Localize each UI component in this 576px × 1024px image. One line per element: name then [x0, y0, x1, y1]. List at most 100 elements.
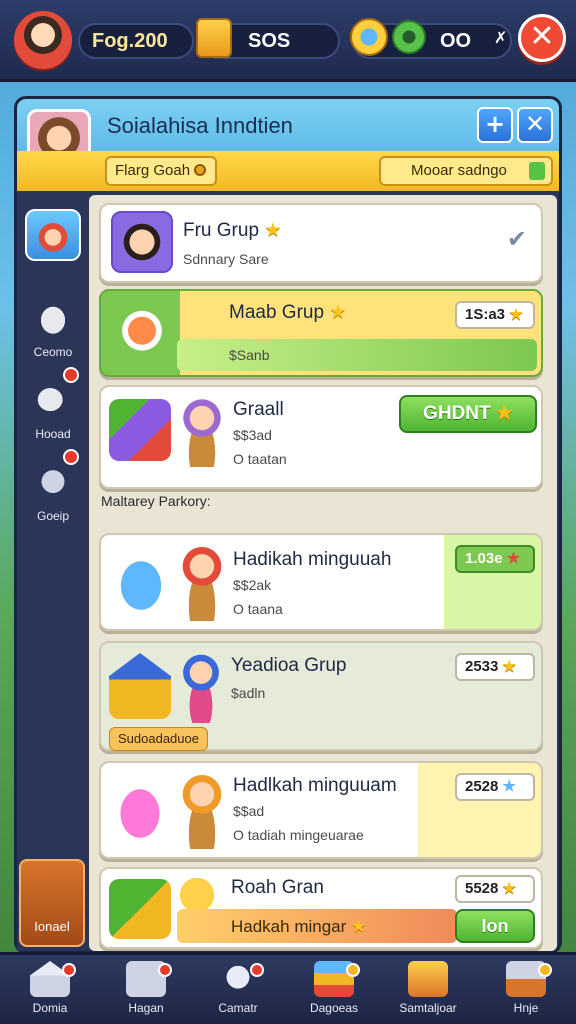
group-emblem — [109, 301, 175, 367]
character-icon — [25, 209, 81, 261]
notification-badge — [63, 367, 79, 383]
group-avatar — [111, 211, 173, 273]
score-badge: 1S:a3 ★ — [455, 301, 535, 329]
join-button[interactable]: Ion — [455, 909, 535, 943]
notification-badge — [62, 963, 76, 977]
house-icon — [109, 653, 171, 719]
hammer-icon — [25, 367, 81, 423]
notification-badge — [538, 963, 552, 977]
group-subtitle: Hadkah mingar — [231, 917, 347, 936]
nav-item-samtaljoar[interactable]: Samtaljoar — [388, 961, 468, 1015]
gift-box-icon — [109, 879, 171, 939]
star-icon: ★ — [264, 220, 282, 241]
list-item[interactable]: Maab Grup ★ $Sanb 1S:a3 ★ — [99, 289, 543, 377]
sidebar-item-profile[interactable] — [23, 209, 83, 265]
chat-icon — [25, 449, 81, 505]
score-value: 5528 — [465, 880, 499, 897]
star-icon: ★ — [502, 880, 516, 897]
blob-pet-icon — [109, 775, 171, 845]
chest-icon — [25, 289, 81, 341]
group-name: Roah Gran — [231, 877, 324, 898]
character-icon — [179, 545, 225, 621]
star-icon: ★ — [495, 403, 513, 424]
group-subtitle: O tadiah mingeuarae — [233, 827, 364, 843]
group-name: Yeadioa Grup — [231, 655, 347, 676]
star-icon: ★ — [502, 658, 516, 675]
notification-badge — [63, 449, 79, 465]
list-item[interactable]: Fru Grup ★ Sdnnary Sare ✔ — [99, 203, 543, 283]
notification-badge — [250, 963, 264, 977]
nav-item-hagan[interactable]: Hagan — [106, 961, 186, 1015]
nav-item-label: Samtaljoar — [399, 1001, 457, 1015]
list-item[interactable]: Yeadioa Grup $adln 2533 ★ Sudoadaduoe — [99, 641, 543, 751]
tab-right-label: Mooar sadngo — [411, 162, 507, 179]
sidebar-item-label: Ceomo — [33, 345, 73, 359]
nav-item-label: Camatr — [218, 1001, 258, 1015]
list-item[interactable]: Hadikah minguuah $$2ak O taana 1.03e ★ — [99, 533, 543, 631]
tab-left-label: Flarg Goah — [115, 162, 191, 179]
score-value: 1.03e — [465, 550, 503, 567]
coin-icon — [194, 164, 207, 176]
score-badge: 2533 ★ — [455, 653, 535, 681]
star-icon: ★ — [351, 917, 367, 936]
score-badge: 2528 ★ — [455, 773, 535, 801]
gift-boxes-icon — [109, 399, 171, 461]
panel-header: Soialahisa Inndtien + ✕ Flarg Goah Mooar… — [17, 99, 559, 191]
sidebar-item-hooad[interactable]: Hooad — [23, 367, 83, 441]
group-subtitle: $Sanb — [229, 347, 270, 363]
notification-badge — [346, 963, 360, 977]
list-item[interactable]: Hadlkah minguuam $$ad O tadiah mingeuara… — [99, 761, 543, 859]
score-value: 2533 — [465, 658, 499, 675]
nav-item-label: Hagan — [128, 1001, 164, 1015]
group-price: $$3ad — [233, 427, 272, 443]
bottom-nav: Domia Hagan Camatr Dagoeas Samtaljoar Hn… — [0, 952, 576, 1024]
panel-title: Soialahisa Inndtien — [107, 113, 293, 138]
sidebar-item-ceomo[interactable]: Ceomo — [23, 289, 83, 359]
star-icon: ★ — [502, 778, 516, 795]
group-name: Hadikah minguuah — [233, 549, 392, 570]
character-icon — [179, 397, 225, 467]
score-badge: 5528 ★ — [455, 875, 535, 903]
group-name: Graall — [233, 399, 284, 420]
small-x-icon[interactable]: ✗ — [494, 28, 507, 47]
sidebar-item-label: Hooad — [35, 427, 71, 441]
notification-badge — [158, 963, 172, 977]
group-panel: Soialahisa Inndtien + ✕ Flarg Goah Mooar… — [14, 96, 562, 954]
group-tag: Sudoadaduoe — [109, 727, 208, 751]
coin-stack-icon — [196, 18, 232, 58]
nav-item-label: Dagoeas — [309, 1001, 359, 1015]
ribbon-icon: ★ — [506, 550, 521, 567]
close-button[interactable]: ✕ — [518, 14, 566, 62]
sidebar: Ceomo Hooad Goeip Ionael — [17, 191, 87, 951]
group-subtitle: $adln — [231, 685, 266, 701]
star-icon: ★ — [509, 306, 523, 323]
currency-gems-value: OO — [440, 29, 472, 52]
nav-item-hnje[interactable]: Hnje — [486, 961, 566, 1015]
tab-right[interactable]: Mooar sadngo — [379, 156, 553, 186]
sidebar-item-goeip[interactable]: Goeip — [23, 449, 83, 523]
character-icon — [179, 773, 225, 849]
group-name: Hadlkah minguuam — [233, 775, 397, 796]
score-badge: 1.03e ★ — [455, 545, 535, 573]
sidebar-bottom-button[interactable]: Ionael — [19, 859, 85, 947]
group-subtitle: O taana — [233, 601, 283, 617]
nav-item-dagoeas[interactable]: Dagoeas — [294, 961, 374, 1015]
chest-icon — [408, 961, 448, 997]
group-price: $$2ak — [233, 577, 272, 593]
gear-icon[interactable] — [392, 20, 426, 54]
nav-item-camatr[interactable]: Camatr — [198, 961, 278, 1015]
nav-item-label: Domia — [32, 1001, 68, 1015]
sidebar-bottom-label: Ionael — [34, 919, 70, 934]
currency-gold-pill: Fog.200 — [78, 23, 194, 59]
list-item[interactable]: Graall $$3ad O taatan GHDNT ★ — [99, 385, 543, 489]
add-button[interactable]: + — [477, 107, 513, 143]
chat-button[interactable]: GHDNT ★ — [399, 395, 537, 433]
panel-close-button[interactable]: ✕ — [517, 107, 553, 143]
tab-left[interactable]: Flarg Goah — [105, 156, 217, 186]
nav-item-domia[interactable]: Domia — [10, 961, 90, 1015]
player-avatar[interactable] — [14, 10, 72, 69]
top-bar: Fog.200 SOS OO ✗ ✕ — [0, 0, 576, 82]
blob-pet-icon — [109, 547, 173, 617]
list-item[interactable]: Roah Gran Hadkah mingar ★ 5528 ★ Ion — [99, 867, 543, 949]
chat-button-label: GHDNT — [423, 403, 491, 424]
